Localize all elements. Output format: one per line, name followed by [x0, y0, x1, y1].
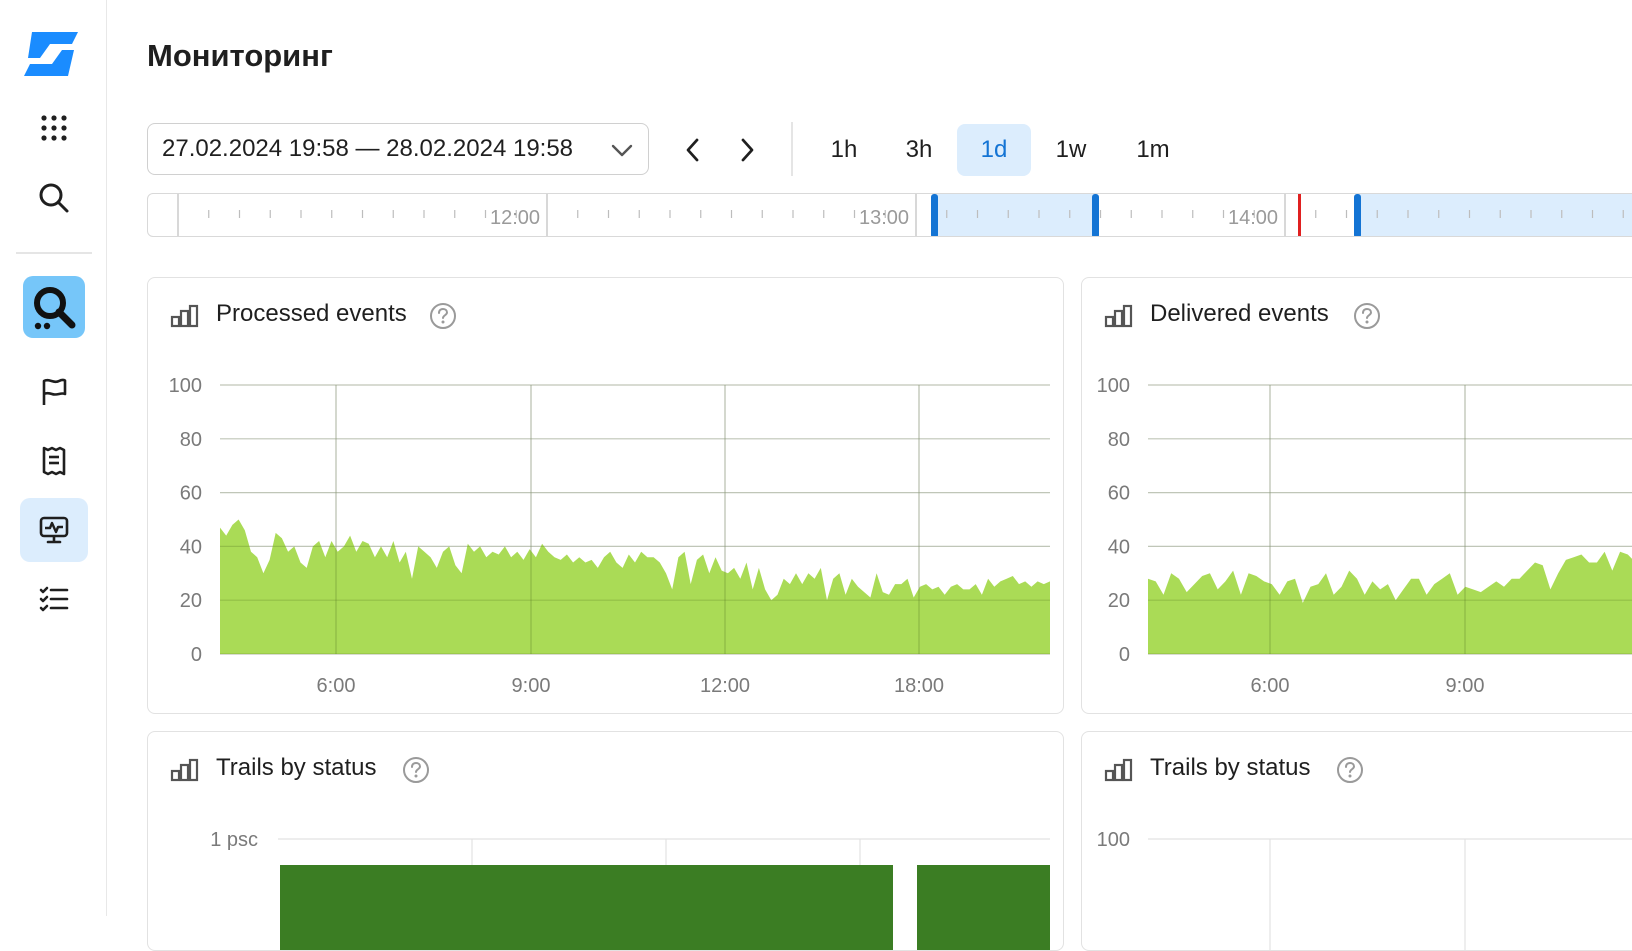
audit-trails-logo-icon[interactable] — [23, 276, 85, 338]
x-tick-label: 6:00 — [317, 675, 356, 697]
y-tick-label: 100 — [169, 375, 202, 397]
flag-icon[interactable] — [20, 360, 88, 424]
y-tick-label: 40 — [1108, 536, 1130, 558]
y-tick-label: 60 — [1108, 483, 1130, 505]
trails-by-status-chart: 1 psc — [210, 829, 1050, 950]
zoom-3h-button[interactable]: 3h — [882, 124, 956, 176]
checklist-icon[interactable] — [20, 567, 88, 631]
timeline-handle[interactable] — [1354, 194, 1361, 237]
y-tick-label: 1 psc — [210, 829, 258, 851]
y-tick-label: 0 — [191, 644, 202, 666]
timeline-now-marker — [1298, 194, 1301, 236]
y-tick-label: 20 — [180, 590, 202, 612]
x-tick-label: 18:00 — [894, 675, 944, 697]
chevron-left-icon — [686, 138, 699, 162]
timeline-label: 12:00 — [490, 207, 540, 229]
monitoring-icon[interactable] — [20, 498, 88, 562]
timeline-scale: 12:00 13:00 14:00 — [177, 194, 1632, 237]
status-bar — [760, 865, 893, 950]
receipt-icon[interactable] — [20, 429, 88, 493]
trails-by-status-card: Trails by status 1 psc — [147, 731, 1064, 951]
sidebar-divider — [16, 252, 92, 254]
y-tick-label: 40 — [180, 536, 202, 558]
trails-by-status-chart-2: 100 — [1097, 829, 1632, 950]
yandex-cloud-logo-icon[interactable] — [20, 24, 86, 84]
y-tick-label: 100 — [1097, 829, 1130, 851]
x-tick-label: 12:00 — [700, 675, 750, 697]
zoom-1m-button[interactable]: 1m — [1116, 124, 1190, 176]
series-area — [220, 519, 1050, 654]
chevron-down-icon — [611, 144, 633, 157]
series-area — [1148, 551, 1632, 654]
status-bar — [280, 865, 760, 950]
zoom-1h-button[interactable]: 1h — [807, 124, 881, 176]
processed-events-card: Processed events 100 80 60 40 20 0 6:00 9:00 12:… — [147, 277, 1064, 714]
y-tick-label: 60 — [180, 483, 202, 505]
timeline-handle-left[interactable] — [931, 194, 938, 237]
timeline-selection-right — [1357, 194, 1632, 236]
timeline-ruler[interactable]: 12:00 13:00 14:00 — [147, 193, 1632, 237]
date-range-value: 27.02.2024 19:58 — 28.02.2024 19:58 — [162, 135, 574, 162]
apps-grid-icon[interactable] — [20, 96, 88, 160]
processed-events-chart: 100 80 60 40 20 0 6:00 9:00 12:00 18:00 — [169, 375, 1050, 697]
x-tick-label: 9:00 — [1446, 675, 1485, 697]
y-tick-label: 80 — [1108, 429, 1130, 451]
y-tick-label: 20 — [1108, 590, 1130, 612]
sidebar — [0, 0, 107, 916]
delivered-events-chart: 100 80 60 40 20 0 6:00 9:00 — [1097, 375, 1632, 697]
status-bar — [917, 865, 1050, 950]
timeline-label: 13:00 — [859, 207, 909, 229]
y-tick-label: 0 — [1119, 644, 1130, 666]
previous-period-button[interactable] — [673, 130, 713, 170]
chevron-right-icon — [741, 138, 754, 162]
date-range-picker[interactable]: 27.02.2024 19:58 — 28.02.2024 19:58 — [147, 123, 649, 175]
zoom-1w-button[interactable]: 1w — [1034, 124, 1108, 176]
search-icon[interactable] — [20, 166, 88, 230]
toolbar-divider — [791, 122, 793, 176]
trails-by-status-card-2: Trails by status 100 — [1081, 731, 1632, 951]
y-tick-label: 100 — [1097, 375, 1130, 397]
timeline-selection — [934, 194, 1096, 236]
x-tick-label: 6:00 — [1251, 675, 1290, 697]
timeline-label: 14:00 — [1228, 207, 1278, 229]
page-title: Мониторинг — [147, 38, 333, 73]
timeline-handle-right[interactable] — [1092, 194, 1099, 237]
next-period-button[interactable] — [727, 130, 767, 170]
x-tick-label: 9:00 — [512, 675, 551, 697]
y-tick-label: 80 — [180, 429, 202, 451]
zoom-1d-button[interactable]: 1d — [957, 124, 1031, 176]
delivered-events-card: Delivered events 100 80 60 40 20 0 6:00 9:00 — [1081, 277, 1632, 714]
